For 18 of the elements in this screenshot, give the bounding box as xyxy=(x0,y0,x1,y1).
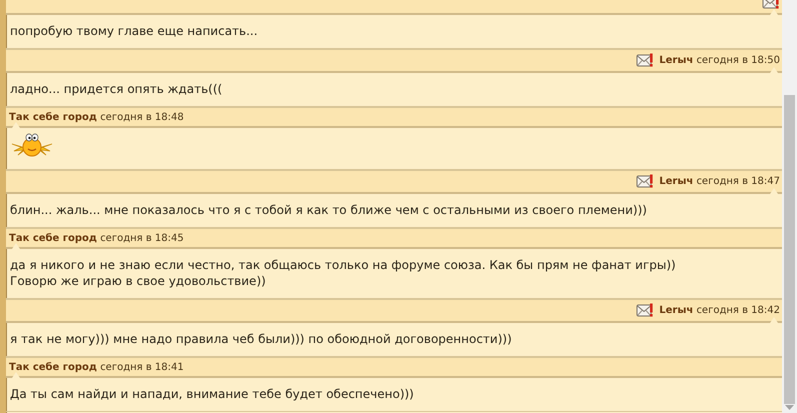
mail-icon[interactable] xyxy=(636,53,654,68)
scrollbar[interactable] xyxy=(782,0,797,413)
mail-icon[interactable] xyxy=(636,174,654,189)
message-meta: Так себе город сегодня в 18:41 xyxy=(9,362,184,372)
mail-icon[interactable] xyxy=(636,303,654,318)
message-text: ладно... придется опять ждать((( xyxy=(10,82,222,96)
message-meta: Так себе город сегодня в 18:45 xyxy=(9,232,184,244)
message-text: Да ты сам найди и напади, внимание тебе будет обеспечено))) xyxy=(10,387,414,401)
scrollbar-thumb[interactable] xyxy=(784,95,795,404)
message-meta: Так себе город сегодня в 18:48 xyxy=(9,112,184,122)
message-text: попробую твому главе еще написать... xyxy=(10,24,258,38)
message-meta: Lerыч сегодня в 18:50 xyxy=(659,55,780,66)
message-meta: Lerыч сегодня в 18:42 xyxy=(659,305,780,316)
message-text: блин... жаль... мне показалось что я с тобой я как то ближе чем с остальными из своего племени))) xyxy=(10,203,647,217)
smiley-icon xyxy=(10,133,54,157)
message-text: да я никого и не знаю если честно, так общаюсь только на форуме союза. Как бы прям не фанат игры)) Говорю же играю в свое удовольствие)) xyxy=(10,258,676,288)
message-meta: Lerыч сегодня в 18:47 xyxy=(659,176,780,187)
message-text: я так не могу))) мне надо правила чеб были))) по обоюдной договоренности))) xyxy=(10,332,512,346)
